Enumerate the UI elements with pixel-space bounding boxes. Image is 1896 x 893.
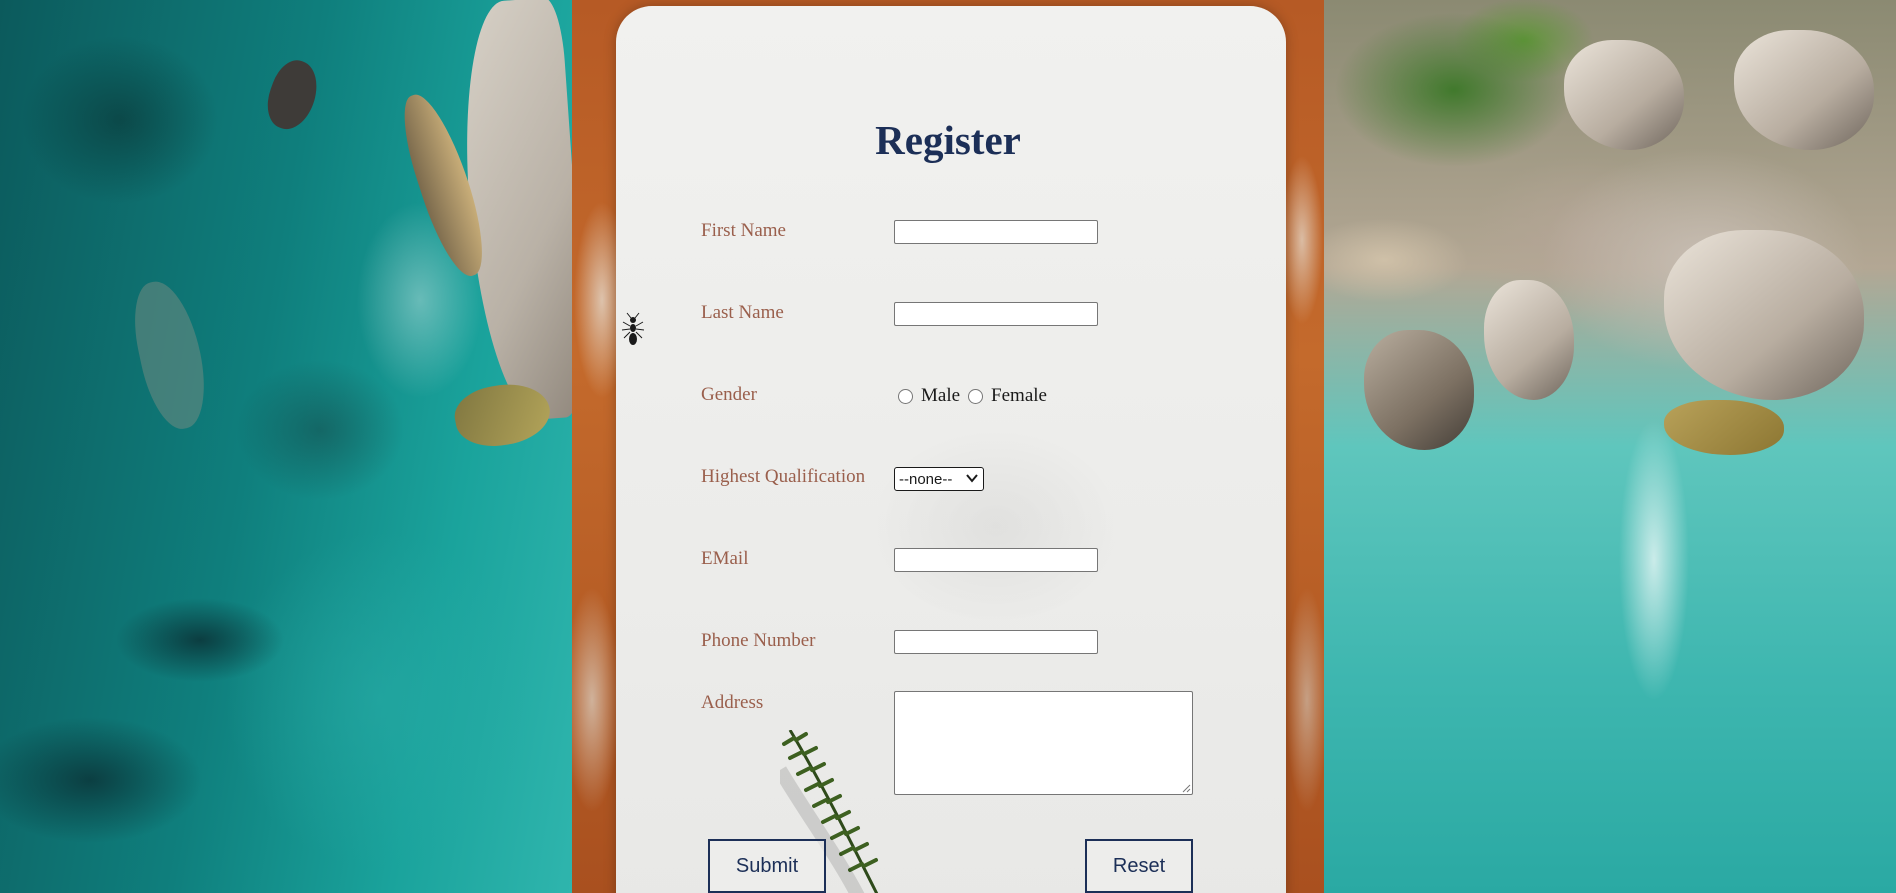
background-boulder: [1484, 280, 1574, 400]
gender-female-radio[interactable]: [968, 388, 984, 404]
beach-background-right: [1324, 0, 1896, 893]
phone-input[interactable]: [894, 630, 1098, 654]
phone-label: Phone Number: [701, 630, 816, 651]
background-boulder: [1364, 330, 1474, 450]
background-boulder: [1664, 400, 1784, 455]
qualification-select[interactable]: --none--: [894, 467, 984, 491]
gender-label: Gender: [701, 384, 757, 405]
resize-grip-icon[interactable]: [1181, 783, 1191, 793]
email-input[interactable]: [894, 548, 1098, 572]
gender-male-radio[interactable]: [898, 388, 913, 404]
background-rock: [125, 275, 215, 435]
gender-male-label: Male: [921, 385, 961, 406]
last-name-label: Last Name: [701, 302, 784, 323]
gender-radio-group: Male Female: [898, 384, 1055, 408]
address-label: Address: [701, 692, 764, 713]
background-boulder: [1734, 30, 1874, 150]
reset-button[interactable]: Reset: [1085, 839, 1193, 893]
background-boulder: [1664, 230, 1864, 400]
ant-icon: [621, 312, 645, 345]
background-rock: [259, 54, 326, 136]
submit-button[interactable]: Submit: [708, 839, 826, 893]
first-name-input[interactable]: [894, 220, 1098, 244]
first-name-label: First Name: [701, 220, 786, 241]
gender-female-label: Female: [991, 385, 1047, 406]
qualification-selected-value: --none--: [899, 470, 953, 488]
page-title: Register: [875, 117, 1021, 163]
email-label: EMail: [701, 548, 749, 569]
register-page: Register First Name Last Name Gender Mal…: [0, 0, 1896, 893]
address-textarea[interactable]: [894, 691, 1193, 795]
ocean-background-left: [0, 0, 590, 893]
background-boulder: [1564, 40, 1684, 150]
qualification-label: Highest Qualification: [701, 466, 866, 487]
last-name-input[interactable]: [894, 302, 1098, 326]
chevron-down-icon: [966, 474, 978, 483]
